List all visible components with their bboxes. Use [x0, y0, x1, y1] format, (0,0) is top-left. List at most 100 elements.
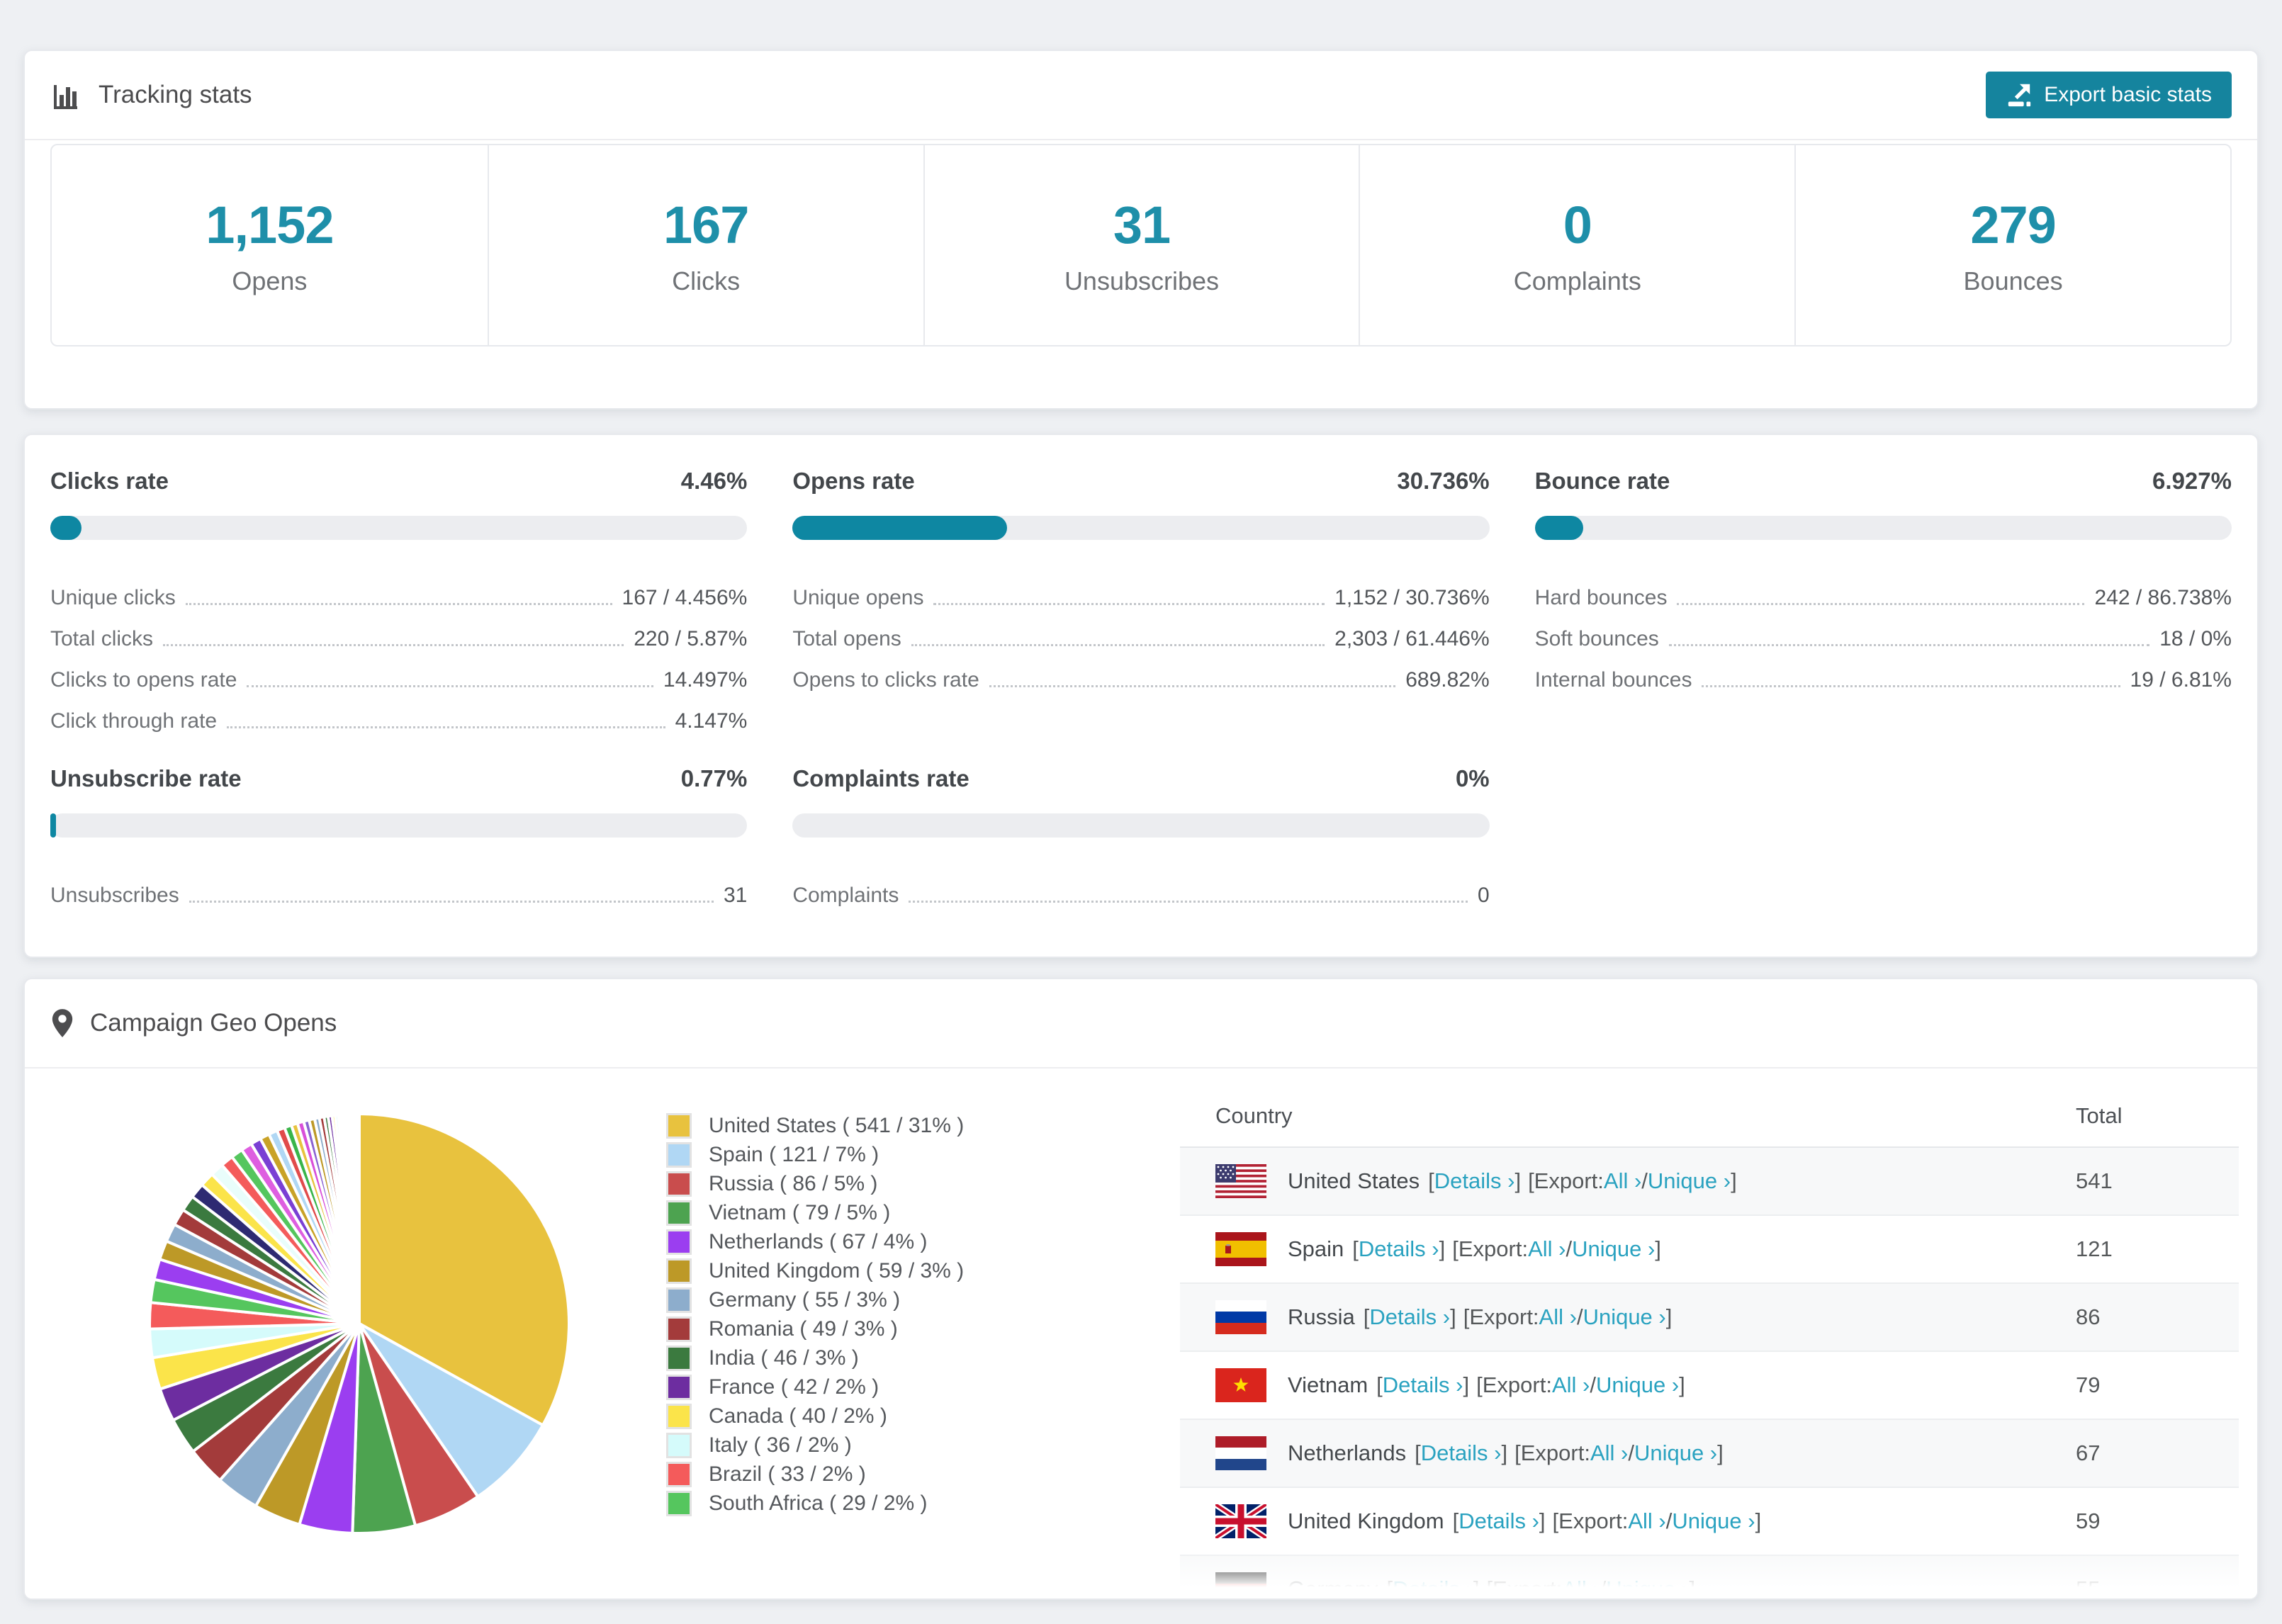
export-unique-link[interactable]: Unique ›: [1672, 1509, 1755, 1534]
rate-stat-value: 2,303 / 61.446%: [1334, 627, 1490, 650]
details-link[interactable]: Details ›: [1434, 1168, 1515, 1194]
bracket: ]: [1501, 1440, 1508, 1465]
rates-grid: Clicks rate 4.46% Unique clicks 167 / 4.456…: [25, 435, 2257, 910]
geo-row-total: 86: [2076, 1304, 2101, 1329]
rate-value: 4.46%: [680, 468, 748, 494]
rate-progress-fill: [50, 813, 56, 838]
details-link[interactable]: Details ›: [1393, 1577, 1473, 1598]
rate-stat-label: Clicks to opens rate: [50, 668, 237, 692]
legend-swatch: [666, 1229, 692, 1255]
rate-stat-label: Unique opens: [792, 586, 924, 609]
export-all-link[interactable]: All ›: [1539, 1304, 1577, 1330]
rate-title: Complaints rate: [792, 765, 969, 791]
export-unique-link[interactable]: Unique ›: [1648, 1168, 1731, 1194]
export-basic-stats-label: Export basic stats: [2044, 83, 2212, 106]
geo-table-row-gb: United Kingdom[Details ›] [Export: All › …: [1180, 1488, 2239, 1556]
legend-swatch: [666, 1490, 692, 1516]
rate-block-unsubscribe-rate: Unsubscribe rate 0.77% Unsubscribes 31: [50, 765, 748, 910]
country-name: Vietnam: [1288, 1372, 1368, 1397]
geo-table-row-ru: Russia [Details ›] [Export: All › / Unique…: [1180, 1284, 2239, 1352]
summary-label: Bounces: [1963, 266, 2063, 295]
bracket: ]: [1717, 1440, 1724, 1465]
slash: /: [1641, 1168, 1648, 1193]
details-link[interactable]: Details ›: [1421, 1440, 1502, 1466]
rate-header: Clicks rate 4.46%: [50, 468, 747, 495]
legend-item-brazil: Brazil ( 33 / 2% ): [666, 1460, 964, 1489]
details-link[interactable]: Details ›: [1369, 1304, 1450, 1330]
export-unique-link[interactable]: Unique ›: [1606, 1577, 1689, 1598]
bar-chart-icon: [50, 79, 83, 111]
bracket: ]: [1665, 1304, 1673, 1329]
geo-row-total: 79: [2076, 1372, 2101, 1397]
rate-value: 6.927%: [2152, 468, 2232, 494]
details-link[interactable]: Details ›: [1383, 1372, 1463, 1398]
es-flag-icon: [1215, 1232, 1266, 1266]
bracket: ]: [1463, 1372, 1470, 1397]
export-icon: [2006, 81, 2033, 108]
rate-stat-row: Total clicks 220 / 5.87%: [50, 612, 747, 653]
country-name: Germany: [1288, 1577, 1378, 1600]
rate-stat-value: 220 / 5.87%: [634, 627, 748, 650]
de-flag-icon: [1215, 1572, 1266, 1598]
rate-header: Unsubscribe rate 0.77%: [50, 765, 747, 792]
legend-item-canada: Canada ( 40 / 2% ): [666, 1402, 964, 1431]
export-unique-link[interactable]: Unique ›: [1596, 1372, 1679, 1398]
rate-stat-row: Unsubscribes 31: [50, 869, 747, 910]
bracket: ]: [1755, 1509, 1762, 1533]
rate-title: Clicks rate: [50, 468, 169, 494]
rate-stat-row: Clicks to opens rate 14.497%: [50, 653, 747, 694]
legend-swatch: [666, 1200, 692, 1226]
rate-stat-value: 31: [723, 884, 748, 907]
geo-row-total: 55: [2076, 1577, 2101, 1600]
legend-item-india: India ( 46 / 3% ): [666, 1343, 964, 1372]
legend-item-netherlands: Netherlands ( 67 / 4% ): [666, 1227, 964, 1256]
legend-item-germany: Germany ( 55 / 3% ): [666, 1285, 964, 1314]
bracket: [: [1452, 1509, 1459, 1533]
legend-item-spain: Spain ( 121 / 7% ): [666, 1140, 964, 1169]
export-basic-stats-button[interactable]: Export basic stats: [1986, 72, 2232, 118]
details-link[interactable]: Details ›: [1359, 1236, 1439, 1262]
rate-header: Complaints rate 0%: [792, 765, 1489, 792]
nl-flag-icon: [1215, 1436, 1266, 1470]
bracket: ]: [1450, 1304, 1456, 1329]
rate-stat-value: 1,152 / 30.736%: [1334, 586, 1490, 609]
bracket: [: [1363, 1304, 1370, 1329]
rate-value: 30.736%: [1397, 468, 1490, 494]
export-all-link[interactable]: All ›: [1590, 1440, 1628, 1466]
details-link[interactable]: Details ›: [1458, 1509, 1539, 1534]
legend-swatch: [666, 1287, 692, 1313]
geo-table-row-vn: Vietnam[Details ›] [Export: All › / Uniqu…: [1180, 1352, 2239, 1420]
rate-value: 0%: [1455, 765, 1490, 791]
export-all-link[interactable]: All ›: [1528, 1236, 1566, 1262]
rate-title: Opens rate: [792, 468, 915, 494]
rate-stat-value: 18 / 0%: [2159, 627, 2232, 650]
vn-flag-icon: [1215, 1368, 1266, 1402]
dotted-leader: [911, 644, 1325, 646]
bracket: ]: [1473, 1577, 1480, 1600]
export-all-link[interactable]: All ›: [1628, 1509, 1665, 1534]
geo-row-total: 121: [2076, 1236, 2113, 1261]
rate-stat-label: Opens to clicks rate: [792, 668, 979, 692]
rate-stat-label: Total clicks: [50, 627, 154, 650]
dotted-leader: [185, 603, 612, 605]
export-all-link[interactable]: All ›: [1562, 1577, 1600, 1598]
country-name: United States: [1288, 1168, 1420, 1193]
rate-stat-value: 19 / 6.81%: [2130, 668, 2232, 692]
export-unique-link[interactable]: Unique ›: [1634, 1440, 1717, 1466]
rate-stat-label: Total opens: [792, 627, 901, 650]
legend-label: Brazil ( 33 / 2% ): [709, 1462, 866, 1486]
legend-label: Germany ( 55 / 3% ): [709, 1287, 901, 1312]
legend-label: Netherlands ( 67 / 4% ): [709, 1229, 928, 1253]
export-all-link[interactable]: All ›: [1604, 1168, 1641, 1194]
rate-progress-track: [50, 516, 748, 540]
export-unique-link[interactable]: Unique ›: [1572, 1236, 1655, 1262]
legend-item-south-africa: South Africa ( 29 / 2% ): [666, 1489, 964, 1518]
rate-progress-fill: [792, 516, 1007, 540]
export-unique-link[interactable]: Unique ›: [1583, 1304, 1666, 1330]
legend-label: Vietnam ( 79 / 5% ): [709, 1200, 891, 1224]
export-all-link[interactable]: All ›: [1552, 1372, 1590, 1398]
geo-title-text: Campaign Geo Opens: [90, 1009, 337, 1037]
rate-header: Bounce rate 6.927%: [1535, 468, 2232, 495]
tracking-stats-header: Tracking stats Export basic stats: [25, 51, 2257, 140]
rate-block-bounce-rate: Bounce rate 6.927% Hard bounces 242 / 86.73…: [1534, 468, 2232, 735]
